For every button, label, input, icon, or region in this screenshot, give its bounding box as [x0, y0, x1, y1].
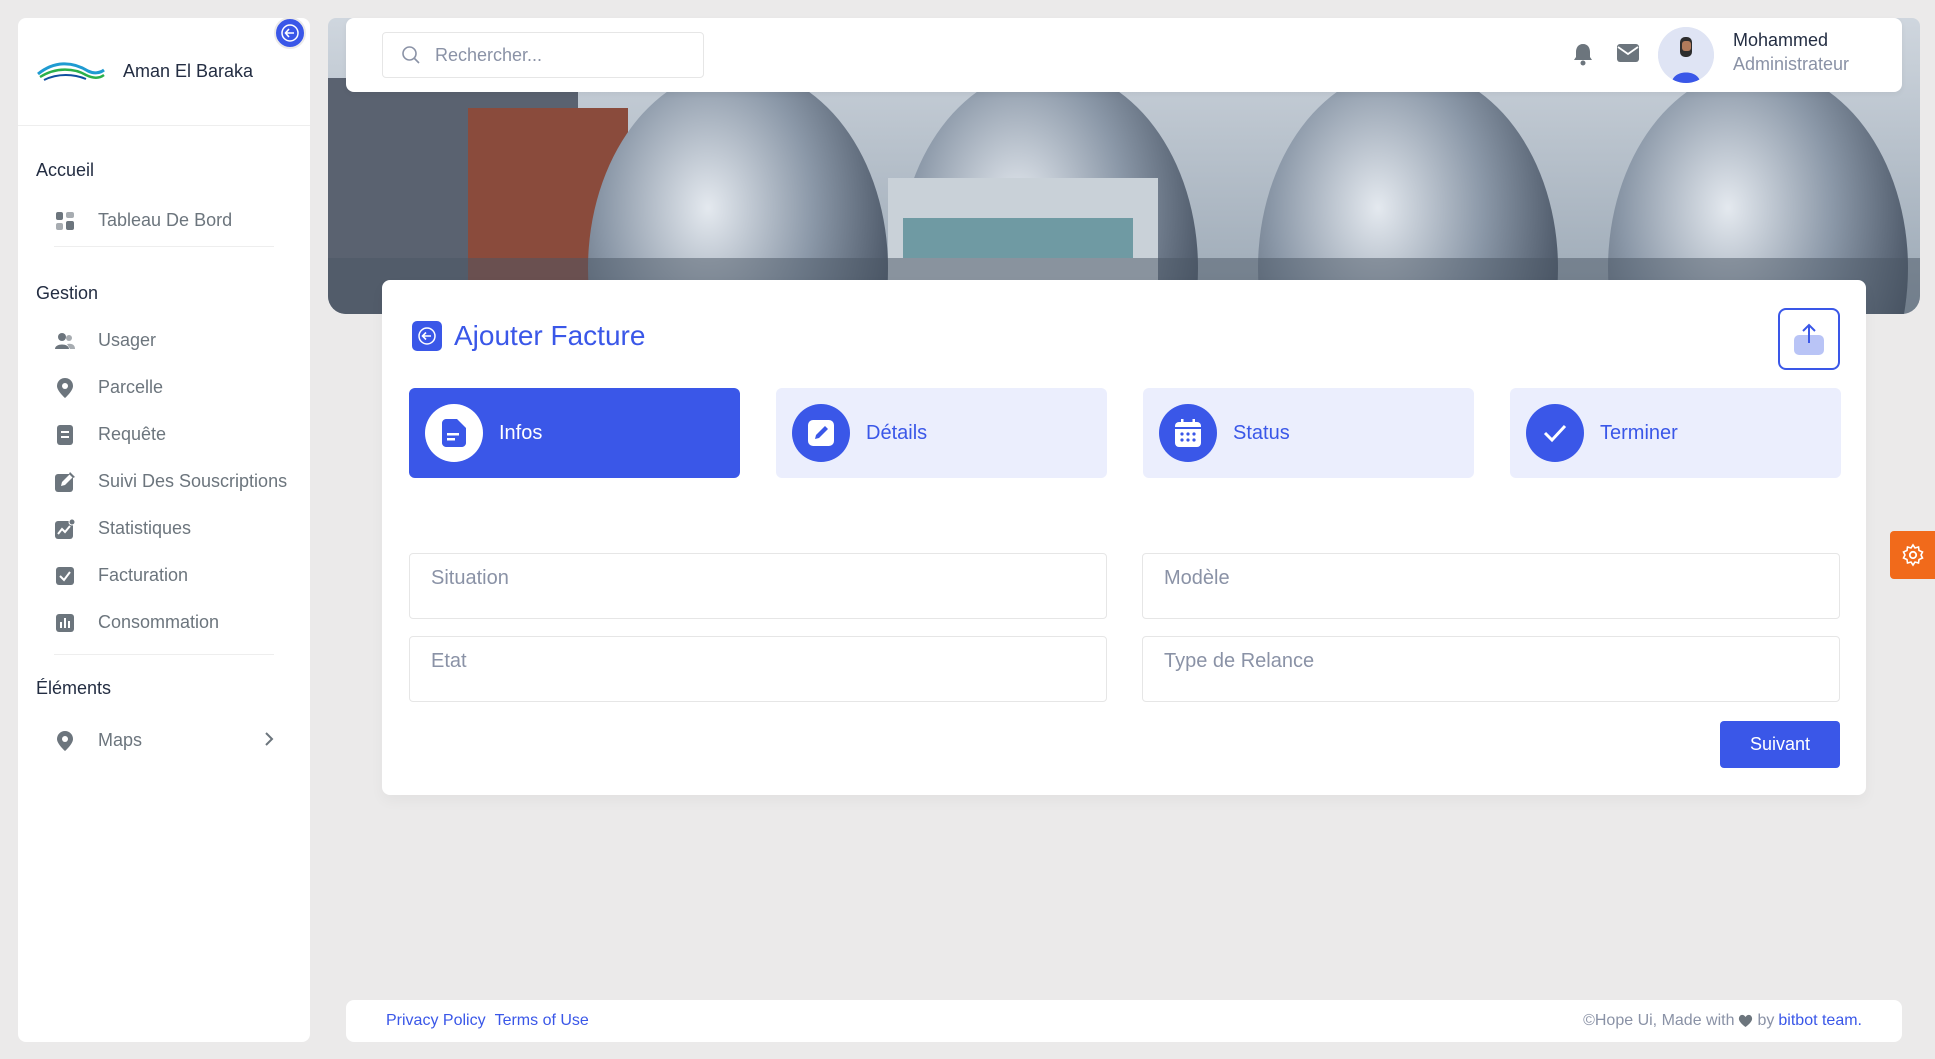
brand-name: Aman El Baraka [123, 61, 254, 81]
sidebar-item-statistiques[interactable]: Statistiques [18, 505, 310, 552]
search-input[interactable]: Rechercher... [382, 32, 704, 78]
sidebar-item-requete[interactable]: Requête [18, 411, 310, 458]
document-icon [54, 424, 76, 446]
footer: Privacy Policy Terms of Use ©Hope Ui, Ma… [346, 1000, 1902, 1042]
brand[interactable]: Aman El Baraka [18, 18, 310, 126]
sidebar-item-label: Statistiques [98, 518, 192, 538]
location-pin-icon [54, 377, 76, 399]
arrow-left-icon [281, 24, 299, 42]
sidebar-item-label: Parcelle [98, 377, 164, 397]
sidebar-item-dashboard[interactable]: Tableau De Bord [18, 197, 310, 244]
situation-field[interactable]: Situation [409, 553, 1107, 619]
step-label: Status [1233, 421, 1290, 444]
chevron-right-icon[interactable] [264, 730, 274, 751]
privacy-policy-link[interactable]: Privacy Policy [386, 1012, 486, 1030]
avatar[interactable] [1658, 27, 1714, 83]
mail-icon[interactable] [1616, 42, 1640, 71]
chart-icon [54, 518, 76, 540]
modele-field[interactable]: Modèle [1142, 553, 1840, 619]
sidebar-item-parcelle[interactable]: Parcelle [18, 364, 310, 411]
gear-icon [1901, 543, 1924, 567]
sidebar-item-suivi[interactable]: Suivi Des Souscriptions [18, 458, 310, 505]
section-title-accueil: Accueil [36, 160, 95, 180]
edit-icon [792, 404, 850, 462]
document-icon [425, 404, 483, 462]
terms-of-use-link[interactable]: Terms of Use [495, 1012, 589, 1030]
user-name: Mohammed [1733, 30, 1829, 50]
section-title-elements: Éléments [36, 678, 112, 698]
search-icon [402, 46, 420, 64]
users-icon [54, 330, 76, 352]
check-icon [1526, 404, 1584, 462]
step-status[interactable]: Status [1143, 388, 1474, 478]
step-infos[interactable]: Infos [409, 388, 740, 478]
step-terminer[interactable]: Terminer [1510, 388, 1841, 478]
divider [54, 246, 274, 247]
search-placeholder: Rechercher... [435, 44, 543, 65]
footer-team-link[interactable]: bitbot team. [1778, 1012, 1862, 1030]
sidebar: Aman El Baraka Accueil Tableau De Bord G… [18, 18, 310, 1042]
sidebar-collapse-button[interactable] [274, 17, 306, 49]
check-square-icon [54, 565, 76, 587]
page-title: Ajouter Facture [454, 320, 646, 351]
step-label: Terminer [1600, 421, 1678, 444]
sidebar-item-maps[interactable]: Maps [18, 717, 310, 764]
sidebar-item-label: Facturation [98, 565, 189, 585]
bell-icon[interactable] [1572, 42, 1594, 71]
add-invoice-card: Ajouter Facture Infos Détails Status Ter… [382, 280, 1866, 795]
sidebar-item-label: Requête [98, 424, 167, 444]
edit-icon [54, 471, 76, 493]
upload-icon [1794, 323, 1824, 355]
arrow-left-icon [418, 327, 436, 345]
step-label: Détails [866, 421, 928, 444]
sidebar-item-label: Usager [98, 330, 157, 350]
step-label: Infos [499, 421, 543, 444]
back-button[interactable] [412, 321, 442, 351]
wizard-steps: Infos Détails Status Terminer [409, 388, 1841, 478]
brand-logo-icon [37, 61, 105, 81]
map-pin-icon [54, 730, 76, 752]
heart-icon [1739, 1014, 1753, 1027]
sidebar-item-label: Maps [98, 730, 143, 750]
dashboard-icon [54, 210, 76, 232]
etat-field[interactable]: Etat [409, 636, 1107, 702]
card-header: Ajouter Facture [412, 320, 645, 352]
footer-credit: ©Hope Ui, Made with [1583, 1012, 1735, 1029]
upload-button[interactable] [1778, 308, 1840, 370]
bar-chart-icon [54, 612, 76, 634]
sidebar-item-consommation[interactable]: Consommation [18, 599, 310, 646]
sidebar-item-label: Consommation [98, 612, 220, 632]
top-navbar: Rechercher... Mohammed Administrateur [346, 18, 1902, 92]
user-role: Administrateur [1733, 54, 1850, 74]
step-details[interactable]: Détails [776, 388, 1107, 478]
section-title-gestion: Gestion [36, 283, 99, 303]
sidebar-item-usager[interactable]: Usager [18, 317, 310, 364]
type-relance-field[interactable]: Type de Relance [1142, 636, 1840, 702]
sidebar-item-facturation[interactable]: Facturation [18, 552, 310, 599]
divider [54, 654, 274, 655]
settings-button[interactable] [1890, 531, 1935, 579]
footer-credit-by: by [1757, 1012, 1775, 1029]
calendar-icon [1159, 404, 1217, 462]
sidebar-item-label: Tableau De Bord [98, 210, 233, 230]
sidebar-item-label: Suivi Des Souscriptions [98, 471, 288, 491]
next-button[interactable]: Suivant [1720, 721, 1840, 768]
